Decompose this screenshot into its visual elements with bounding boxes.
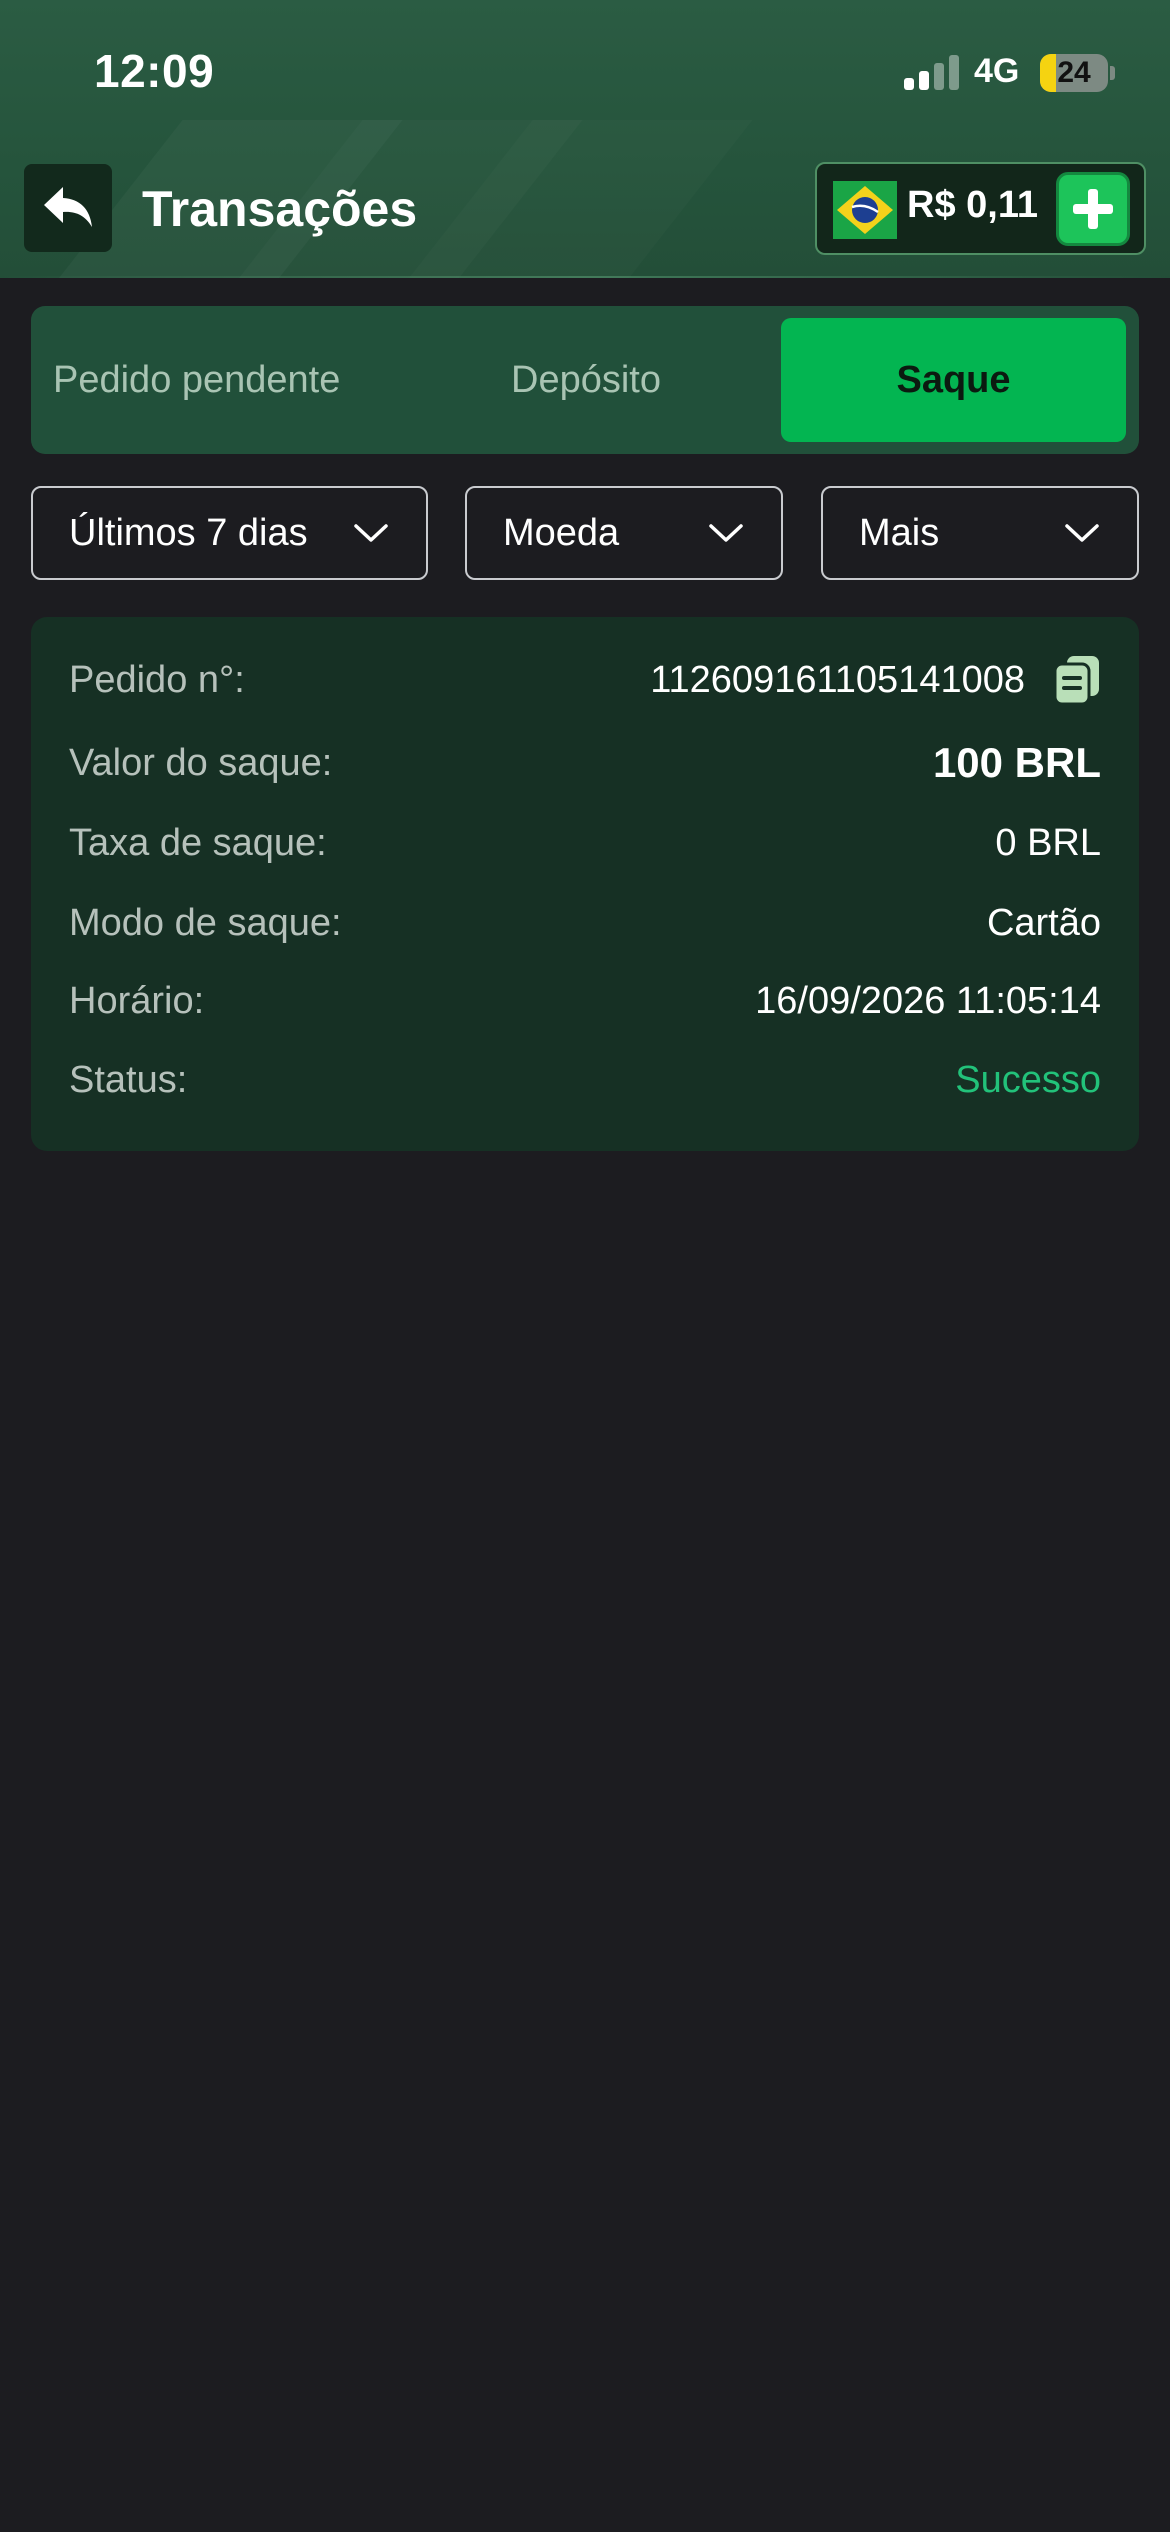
status-label: Status: (69, 1058, 188, 1101)
withdrawal-mode-value: Cartão (986, 901, 1101, 944)
back-button[interactable] (24, 164, 112, 252)
transaction-time-row: Horário: 16/09/2026 11:05:14 (69, 971, 1101, 1031)
chevron-down-icon (1065, 524, 1099, 542)
withdrawal-fee-row: Taxa de saque: 0 BRL (69, 813, 1101, 873)
transaction-time-value: 16/09/2026 11:05:14 (755, 979, 1101, 1022)
withdrawal-amount-label: Valor do saque: (69, 741, 333, 784)
plus-icon (1073, 189, 1113, 229)
withdrawal-fee-label: Taxa de saque: (69, 821, 327, 864)
withdrawal-fee-value: 0 BRL (995, 821, 1101, 864)
order-number: 112609161105141008 (650, 658, 1025, 701)
more-filter[interactable]: Mais (821, 486, 1139, 580)
chevron-down-icon (709, 524, 743, 542)
add-funds-button[interactable] (1056, 172, 1130, 246)
withdrawal-amount-row: Valor do saque: 100 BRL (69, 733, 1101, 793)
battery-cap (1110, 66, 1115, 80)
tab-withdrawal[interactable]: Saque (781, 318, 1126, 442)
withdrawal-amount-value: 100 BRL (932, 739, 1101, 786)
balance-amount: R$ 0,11 (907, 184, 1038, 226)
copy-icon[interactable] (1053, 654, 1101, 706)
network-type: 4G (974, 52, 1020, 90)
currency-label: Moeda (503, 511, 620, 554)
header-divider (0, 276, 1170, 278)
page-title: Transações (142, 181, 418, 237)
transaction-tabs: Pedido pendente Depósito Saque (31, 306, 1139, 454)
date-range-label: Últimos 7 dias (69, 511, 308, 554)
currency-filter[interactable]: Moeda (465, 486, 783, 580)
balance-widget[interactable]: R$ 0,11 (815, 162, 1146, 255)
battery-level: 24 (1057, 56, 1091, 89)
transaction-card: Pedido n°: 112609161105141008 Valor do s… (31, 617, 1139, 1151)
reply-arrow-icon (44, 187, 92, 227)
status-time: 12:09 (94, 45, 215, 97)
cellular-signal-icon (904, 54, 960, 90)
withdrawal-mode-label: Modo de saque: (69, 901, 342, 944)
tab-deposit[interactable]: Depósito (401, 318, 771, 442)
tab-pending-orders[interactable]: Pedido pendente (31, 318, 401, 442)
withdrawal-mode-row: Modo de saque: Cartão (69, 893, 1101, 953)
status-value: Sucesso (955, 1058, 1101, 1101)
status-row: Status: Sucesso (69, 1050, 1101, 1110)
battery-icon: 24 (1040, 54, 1108, 92)
more-label: Mais (859, 511, 940, 554)
order-number-label: Pedido n°: (69, 658, 245, 701)
chevron-down-icon (354, 524, 388, 542)
order-number-value: 112609161105141008 (650, 654, 1101, 706)
brazil-flag-icon (833, 181, 897, 239)
order-number-row: Pedido n°: 112609161105141008 (69, 650, 1101, 710)
date-range-filter[interactable]: Últimos 7 dias (31, 486, 428, 580)
transaction-time-label: Horário: (69, 979, 205, 1022)
